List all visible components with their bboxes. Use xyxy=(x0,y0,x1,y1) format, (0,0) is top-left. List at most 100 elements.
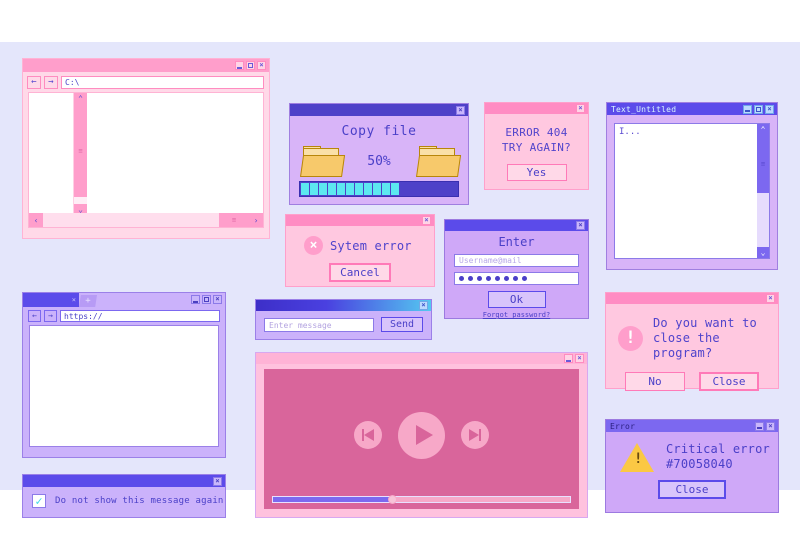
do-not-show-checkbox[interactable]: ✓ xyxy=(32,494,46,508)
text-vertical-scrollbar[interactable]: ⌃ ≡ ⌄ xyxy=(757,124,769,258)
send-button[interactable]: Send xyxy=(381,317,423,332)
scroll-thumb[interactable]: ≡ xyxy=(757,135,769,193)
back-icon[interactable]: ← xyxy=(28,310,41,322)
maximize-button[interactable] xyxy=(202,295,211,304)
close-icon[interactable]: × xyxy=(456,105,465,115)
login-heading: Enter xyxy=(498,235,535,249)
err404-title-bar[interactable]: × xyxy=(485,103,588,114)
tab-close-icon[interactable]: × xyxy=(72,296,76,304)
cancel-button[interactable]: Cancel xyxy=(329,263,391,282)
close-icon[interactable]: × xyxy=(576,221,585,230)
minimize-button[interactable] xyxy=(235,61,244,70)
warning-circle-exclamation-icon: ! xyxy=(618,326,643,351)
close-program-dialog[interactable]: × ! Do you want to close the program? No… xyxy=(605,292,779,391)
password-input[interactable] xyxy=(454,272,579,285)
error-circle-x-icon: × xyxy=(304,236,323,255)
minimize-button[interactable] xyxy=(743,104,752,114)
file-explorer-window[interactable]: × ← → C:\ ⌃ ≡ ⌄ ‹ ≡ › xyxy=(22,58,270,239)
forward-icon[interactable]: → xyxy=(44,310,57,322)
close-icon[interactable]: × xyxy=(213,476,222,486)
browser-tab[interactable]: × xyxy=(23,293,79,307)
browser-tab-strip[interactable]: × + × xyxy=(23,293,225,307)
syserr-window-controls: × xyxy=(422,216,434,225)
seek-handle[interactable] xyxy=(387,495,397,504)
copyfile-heading: Copy file xyxy=(341,124,417,139)
close-icon[interactable]: × xyxy=(766,294,775,303)
yes-button[interactable]: Yes xyxy=(506,164,567,181)
explorer-horizontal-scrollbar[interactable]: ‹ ≡ › xyxy=(29,213,263,227)
desktop-canvas: × ← → C:\ ⌃ ≡ ⌄ ‹ ≡ › × Copy file 50% × … xyxy=(0,42,800,518)
scroll-thumb[interactable]: ≡ xyxy=(74,104,87,197)
textwin-title-bar[interactable]: Text_Untitled × xyxy=(607,103,777,115)
username-input[interactable]: Username@mail xyxy=(454,254,579,267)
close-icon[interactable]: × xyxy=(213,295,222,304)
close-icon[interactable]: × xyxy=(765,104,774,114)
forgot-password-link[interactable]: Forgot password? xyxy=(445,311,588,319)
no-button[interactable]: No xyxy=(625,372,685,391)
message-window-controls: × xyxy=(419,301,431,310)
back-icon[interactable]: ← xyxy=(27,75,41,89)
message-input-window[interactable]: × Enter message Send xyxy=(255,299,432,340)
browser-viewport[interactable] xyxy=(29,325,219,447)
forward-icon[interactable]: → xyxy=(44,75,58,89)
scroll-right-icon[interactable]: › xyxy=(249,213,263,227)
play-icon[interactable] xyxy=(398,411,445,459)
message-title-bar[interactable]: × xyxy=(256,300,431,311)
seek-fill xyxy=(273,497,392,502)
address-input[interactable]: C:\ xyxy=(61,75,264,89)
close-icon[interactable]: × xyxy=(766,421,775,431)
scroll-up-icon[interactable]: ⌃ xyxy=(74,93,87,104)
close-icon[interactable]: × xyxy=(575,354,584,363)
media-player-window[interactable]: × xyxy=(255,352,588,518)
player-title-bar[interactable]: × xyxy=(256,353,587,364)
login-dialog[interactable]: × Enter Username@mail Ok Forgot password… xyxy=(444,219,589,319)
maximize-button[interactable] xyxy=(246,61,255,70)
close-icon[interactable]: × xyxy=(419,301,428,310)
progress-block xyxy=(328,183,336,195)
text-editor-window[interactable]: Text_Untitled × I... ⌃ ≡ ⌄ xyxy=(606,102,778,270)
skip-next-icon[interactable] xyxy=(461,421,489,449)
explorer-tree-pane[interactable] xyxy=(29,93,74,215)
url-input[interactable]: https:// xyxy=(60,310,220,322)
maximize-button[interactable] xyxy=(754,104,763,114)
message-input[interactable]: Enter message xyxy=(264,317,374,332)
scroll-up-icon[interactable]: ⌃ xyxy=(757,124,769,135)
syserr-title-bar[interactable]: × xyxy=(286,215,434,226)
new-tab-button[interactable]: + xyxy=(79,295,97,307)
video-screen[interactable] xyxy=(263,368,580,510)
minimize-button[interactable] xyxy=(755,421,764,431)
closeprog-message-row: ! Do you want to close the program? xyxy=(606,304,778,361)
do-not-show-bar[interactable]: × ✓ Do not show this message again xyxy=(22,474,226,518)
minimize-button[interactable] xyxy=(191,295,200,304)
close-button[interactable]: Close xyxy=(699,372,759,391)
closeprog-title-bar[interactable]: × xyxy=(606,293,778,304)
copy-file-dialog[interactable]: × Copy file 50% xyxy=(289,103,469,205)
seek-bar[interactable] xyxy=(272,495,571,504)
minimize-button[interactable] xyxy=(564,354,573,363)
criterr-title-bar[interactable]: Error × xyxy=(606,420,778,432)
close-icon[interactable]: × xyxy=(576,104,585,113)
syserr-message-row: × Sytem error xyxy=(286,226,434,255)
login-title-bar[interactable]: × xyxy=(445,220,588,231)
close-icon[interactable]: × xyxy=(257,61,266,70)
critical-error-dialog[interactable]: Error × Critical error #70058040 Close xyxy=(605,419,779,513)
criterr-line2: #70058040 xyxy=(666,457,733,471)
text-area[interactable]: I... ⌃ ≡ ⌄ xyxy=(614,123,770,259)
close-icon[interactable]: × xyxy=(422,216,431,225)
scroll-down-icon[interactable]: ⌄ xyxy=(757,247,769,258)
criterr-message: Critical error #70058040 xyxy=(666,442,770,472)
copyfile-title-bar[interactable]: × xyxy=(290,104,468,116)
explorer-title-bar[interactable]: × xyxy=(23,59,269,72)
explorer-vertical-scrollbar[interactable]: ⌃ ≡ ⌄ xyxy=(74,93,87,215)
skip-previous-icon[interactable] xyxy=(354,421,382,449)
close-button[interactable]: Close xyxy=(658,480,726,499)
scroll-left-icon[interactable]: ‹ xyxy=(29,213,43,227)
copyfile-window-controls: × xyxy=(456,105,468,115)
dns-title-bar[interactable]: × xyxy=(23,475,225,487)
system-error-dialog[interactable]: × × Sytem error Cancel xyxy=(285,214,435,287)
ok-button[interactable]: Ok xyxy=(487,291,546,308)
player-window-controls: × xyxy=(564,354,587,363)
browser-window[interactable]: × + × ← → https:// xyxy=(22,292,226,458)
error-404-dialog[interactable]: × ERROR 404 TRY AGAIN? Yes xyxy=(484,102,589,190)
hscroll-thumb[interactable]: ≡ xyxy=(219,213,249,227)
